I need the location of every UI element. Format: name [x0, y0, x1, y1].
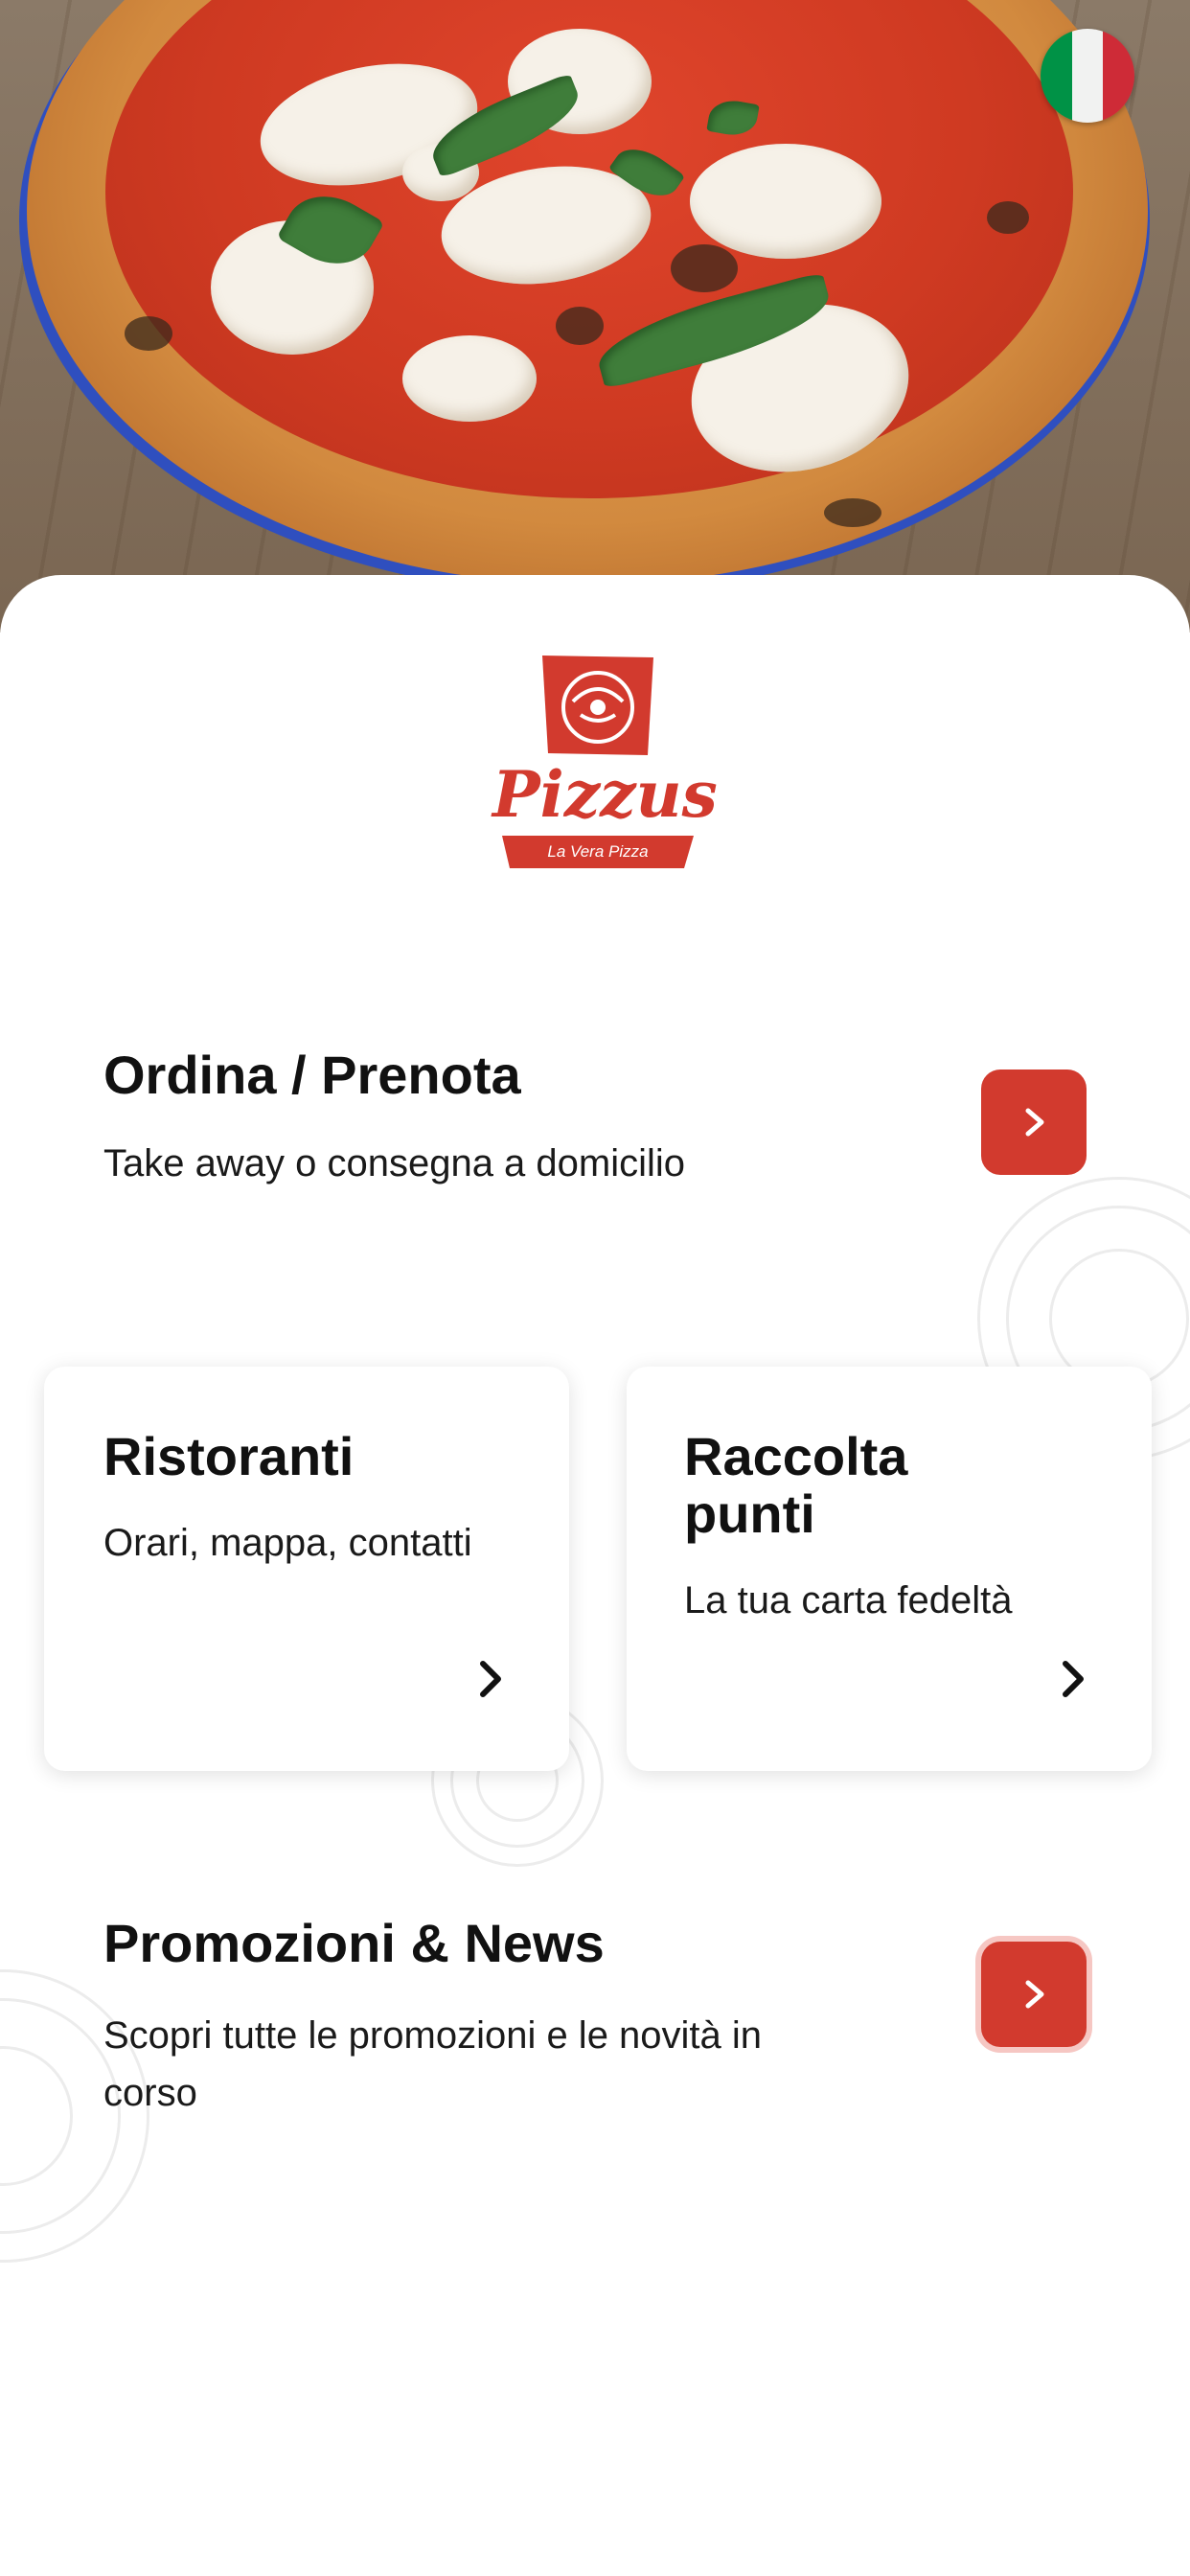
news-button[interactable]: [981, 1942, 1087, 2047]
loyalty-title-line1: Raccolta: [684, 1426, 908, 1486]
restaurants-title: Ristoranti: [103, 1426, 355, 1486]
hero-pizza-image: [0, 0, 1190, 632]
char-spot: [824, 498, 881, 527]
loyalty-card[interactable]: Raccolta punti La tua carta fedeltà: [627, 1367, 1152, 1771]
char-spot: [671, 244, 738, 292]
flag-stripe-red: [1103, 29, 1134, 123]
chevron-right-icon[interactable]: [1054, 1658, 1092, 1700]
order-title: Ordina / Prenota: [103, 1045, 521, 1105]
restaurants-subtitle: Orari, mappa, contatti: [103, 1522, 472, 1564]
mozzarella: [690, 144, 881, 259]
main-content: Pizzus La Vera Pizza Napoletana Ordina /…: [0, 575, 1190, 2576]
loyalty-title-line2: punti: [684, 1484, 815, 1544]
chevron-right-icon[interactable]: [471, 1658, 510, 1700]
restaurants-card[interactable]: Ristoranti Orari, mappa, contatti: [44, 1367, 569, 1771]
news-title: Promozioni & News: [103, 1913, 605, 1973]
brand-name: Pizzus: [492, 757, 718, 832]
news-subtitle-line2: corso: [103, 2072, 197, 2114]
chevron-right-icon: [1025, 1108, 1044, 1137]
chevron-right-icon: [1025, 1980, 1044, 2009]
loyalty-subtitle: La tua carta fedeltà: [684, 1579, 1013, 1622]
flag-stripe-white: [1071, 29, 1104, 123]
mozzarella: [402, 335, 537, 422]
brand-tagline: La Vera Pizza Napoletana: [547, 842, 649, 886]
brand-logo: Pizzus La Vera Pizza Napoletana: [492, 652, 718, 886]
italian-flag-icon[interactable]: [1041, 29, 1134, 123]
order-subtitle: Take away o consegna a domicilio: [103, 1142, 686, 1184]
news-subtitle-line1: Scopri tutte le promozioni e le novità i…: [103, 2014, 763, 2057]
char-spot: [556, 307, 604, 345]
char-spot: [125, 316, 172, 351]
char-spot: [987, 201, 1029, 234]
order-button[interactable]: [981, 1070, 1087, 1175]
